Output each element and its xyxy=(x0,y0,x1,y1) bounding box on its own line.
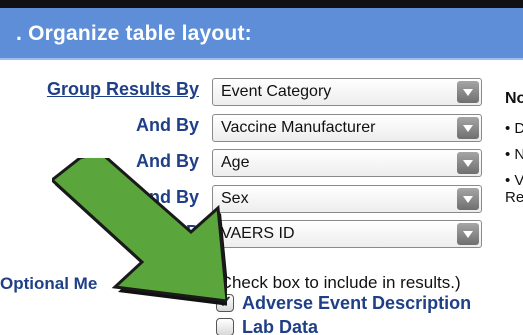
select-value: Event Category xyxy=(221,83,332,100)
select-value: Vaccine Manufacturer xyxy=(221,119,376,136)
group-by-select-3[interactable]: Age xyxy=(212,149,482,177)
notes-column: No • D • N • V Re xyxy=(505,90,523,206)
and-by-label-2: And By xyxy=(136,115,199,135)
chevron-down-icon xyxy=(457,117,479,139)
checkbox-label[interactable]: Lab Data xyxy=(242,317,318,335)
select-value: VAERS ID xyxy=(221,225,295,242)
group-by-select-5[interactable]: VAERS ID xyxy=(212,220,482,248)
group-by-select-2[interactable]: Vaccine Manufacturer xyxy=(212,114,482,142)
chevron-down-icon xyxy=(457,152,479,174)
checkbox-label[interactable]: Adverse Event Description xyxy=(242,293,471,314)
notes-line: • D xyxy=(505,120,523,137)
checkbox-unchecked[interactable] xyxy=(216,318,234,335)
section-header: . Organize table layout: xyxy=(0,8,523,60)
organize-table-panel: . Organize table layout: Group Results B… xyxy=(0,8,523,335)
group-results-by-link[interactable]: Group Results By xyxy=(19,79,199,100)
checkbox-hint: (Check box to include in results.) xyxy=(214,273,461,292)
chevron-down-icon xyxy=(457,223,479,245)
pointer-arrow-icon xyxy=(52,158,227,306)
lab-data-option[interactable]: Lab Data xyxy=(216,316,318,335)
notes-line: • N xyxy=(505,146,523,163)
notes-title: No xyxy=(505,90,523,107)
screenshot-frame: . Organize table layout: Group Results B… xyxy=(0,0,523,335)
chevron-down-icon xyxy=(457,188,479,210)
notes-line: • V xyxy=(505,172,523,189)
group-by-select-1[interactable]: Event Category xyxy=(212,78,482,106)
group-by-select-4[interactable]: Sex xyxy=(212,185,482,213)
adverse-event-description-option[interactable]: Adverse Event Description xyxy=(216,292,471,314)
chevron-down-icon xyxy=(457,81,479,103)
notes-line: Re xyxy=(505,189,523,206)
